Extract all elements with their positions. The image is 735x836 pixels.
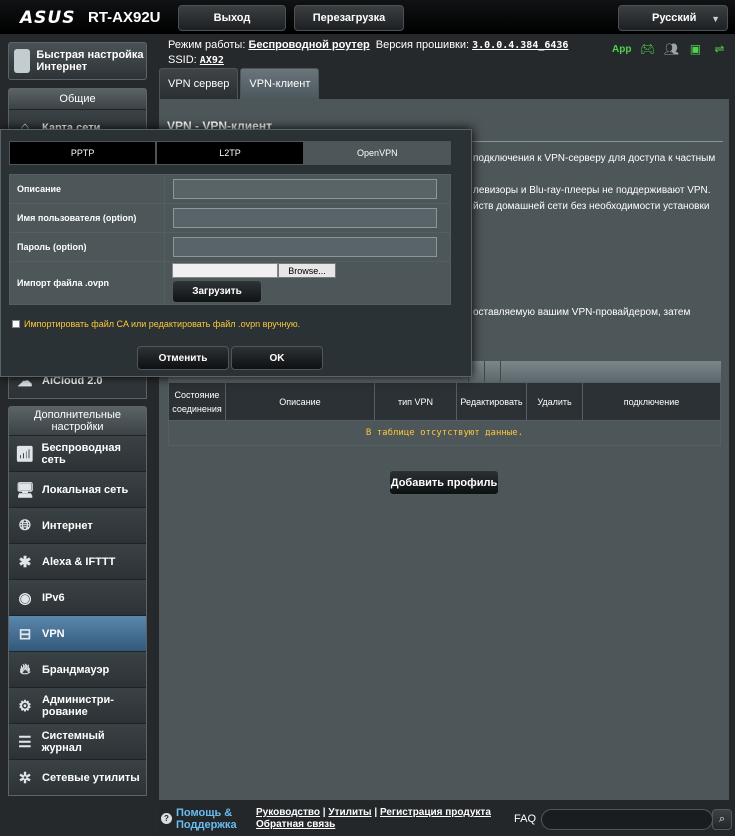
users-icon[interactable]: 👥︎ [663,42,679,56]
mode-label: Режим работы: [168,39,246,51]
general-header: Общие [9,89,146,109]
globe-icon: 🌐︎ [18,517,31,534]
advanced-group: Дополнительные настройки 📶︎ Беспроводная… [8,406,147,796]
sidebar-item-network-tools[interactable]: ✲ Сетевые утилиты [9,759,146,795]
table-header-row: Состояние соединения Описание тип VPN Ре… [168,382,721,421]
password-label: Пароль (option) [9,232,165,262]
password-field[interactable] [173,237,437,257]
wifi-icon: 📶︎ [15,445,35,463]
log-icon: ☰ [18,733,32,751]
tab-openvpn[interactable]: OpenVPN [303,141,451,165]
faq-search-input[interactable] [541,809,713,830]
cancel-button[interactable]: Отменить [137,346,229,370]
username-label: Имя пользователя (option) [9,203,165,233]
openvpn-profile-dialog: PPTP L2TP OpenVPN Описание Имя пользоват… [0,129,472,377]
advanced-header: Дополнительные настройки [9,407,146,435]
usb-icon[interactable]: ⇌ [711,42,727,56]
alexa-icon: ✱ [18,553,32,571]
quick-setup-button[interactable]: Быстрая настройка Интернет [8,42,147,80]
col-description: Описание [225,382,375,421]
app-label[interactable]: App [612,44,631,55]
faq-label: FAQ [514,813,537,825]
vpn-tabs: VPN сервер VPN-клиент [159,68,320,99]
sidebar-item-system-log[interactable]: ☰ Системный журнал [9,723,146,759]
username-field[interactable] [173,208,437,228]
file-picker: Browse... [172,263,450,278]
file-name-field[interactable] [172,263,278,278]
description-line-4: оставляемую вашим VPN-провайдером, затем [473,307,691,318]
description-line-3: йств домашней сети без необходимости уст… [473,201,710,212]
sidebar-item-alexa[interactable]: ✱ Alexa & IFTTT [9,543,146,579]
protocol-tabs: PPTP L2TP OpenVPN [9,141,451,165]
manual-link[interactable]: Руководство [256,807,320,818]
sidebar-item-firewall[interactable]: 🔥︎ Брандмауэр [9,651,146,687]
ca-import-option: Импортировать файл CA или редактировать … [12,319,300,329]
search-icon[interactable]: ⌕ [712,809,732,830]
ipv6-icon: ◉ [18,589,32,607]
ssid-label: SSID: [168,54,197,66]
logout-button[interactable]: Выход [178,5,286,31]
vpn-profile-table: Состояние соединения Описание тип VPN Ре… [168,382,721,446]
asus-logo: ASUS [20,8,76,28]
sidebar-item-lan[interactable]: 🖥︎ Локальная сеть [9,471,146,507]
utility-link[interactable]: Утилиты [328,807,371,818]
col-vpn-type: тип VPN [374,382,457,421]
tab-pptp[interactable]: PPTP [9,141,157,165]
import-label: Импорт файла .ovpn [9,261,165,305]
footer-links: Руководство | Утилиты | Регистрация прод… [256,807,491,830]
sidebar-item-wireless[interactable]: 📶︎ Беспроводная сеть [9,435,146,471]
col-delete: Удалить [526,382,583,421]
firewall-icon: 🔥︎ [19,661,31,678]
chevron-down-icon: ▼ [711,14,720,24]
router-model: RT-AX92U [88,9,161,26]
col-edit: Редактировать [456,382,527,421]
profile-form: Описание Имя пользователя (option) Парол… [9,174,451,305]
mode-value[interactable]: Беспроводной роутер [248,39,369,51]
reboot-button[interactable]: Перезагрузка [294,5,404,31]
register-link[interactable]: Регистрация продукта [380,807,491,818]
add-profile-button[interactable]: Добавить профиль [389,470,499,495]
status-icons: App 🎮︎ 👥︎ ▣ ⇌ [612,42,727,56]
lan-icon: 🖥︎ [15,481,35,499]
help-support-label: Помощь & Поддержка [176,807,237,831]
wizard-icon [14,49,31,73]
sidebar-item-vpn[interactable]: ⊟ VPN [9,615,146,651]
upload-button[interactable]: Загрузить [172,280,262,303]
status-info: Режим работы: Беспроводной роутер Версия… [168,38,568,68]
tab-vpn-client[interactable]: VPN-клиент [240,68,320,99]
sidebar-item-administration[interactable]: ⚙ Администри-рование [9,687,146,723]
language-value: Русский [652,12,697,24]
vpn-icon: ⊟ [18,625,32,643]
firmware-label: Версия прошивки: [375,39,470,51]
top-bar: ASUS RT-AX92U Выход Перезагрузка Русский… [0,0,735,34]
table-row: В таблице отсутствуют данные. [168,420,721,446]
ok-button[interactable]: OK [231,346,323,370]
browse-button[interactable]: Browse... [278,263,336,278]
network-icon[interactable]: ▣ [687,42,703,56]
sidebar-item-ipv6[interactable]: ◉ IPv6 [9,579,146,615]
help-icon: ? [161,813,172,824]
ca-checkbox[interactable] [12,320,20,328]
quick-setup-label: Быстрая настройка Интернет [36,49,144,73]
feedback-link[interactable]: Обратная связь [256,819,335,830]
description-label: Описание [9,174,165,204]
col-status: Состояние соединения [168,382,226,421]
ca-label[interactable]: Импортировать файл CA или редактировать … [24,319,300,329]
description-line-2: левизоры и Blu-ray-плееры не поддерживаю… [473,185,711,196]
tab-vpn-server[interactable]: VPN сервер [159,68,239,99]
col-connection: подключение [582,382,721,421]
empty-table-message: В таблице отсутствуют данные. [168,420,721,446]
sidebar-item-internet[interactable]: 🌐︎ Интернет [9,507,146,543]
footer: ? Помощь & Поддержка Руководство | Утили… [159,801,735,836]
language-select[interactable]: Русский ▼ [618,5,728,31]
description-field[interactable] [173,179,437,199]
ssid-value[interactable]: AX92 [200,55,224,66]
description-line-1: подключения к VPN-серверу для доступа к … [473,153,716,164]
gamepad-icon[interactable]: 🎮︎ [639,42,655,56]
firmware-value[interactable]: 3.0.0.4.384_6436 [472,40,568,51]
tab-l2tp[interactable]: L2TP [156,141,304,165]
admin-icon: ⚙ [18,697,32,715]
tools-icon: ✲ [18,769,32,787]
